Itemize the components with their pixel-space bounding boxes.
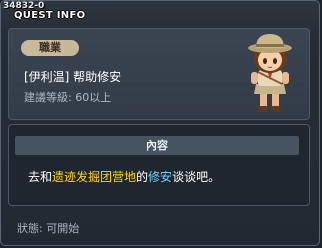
window-title: QUEST INFO: [14, 10, 86, 21]
level-requirement: 建議等級: 60以上: [24, 91, 112, 104]
quest-name: [伊利温] 帮助修安: [24, 70, 122, 84]
location-link: 遗迹发掘团营地: [52, 170, 137, 184]
quest-status: 狀態: 可開始: [17, 222, 80, 235]
description-suffix: 谈谈吧。: [172, 170, 221, 184]
npc-avatar-icon: [248, 34, 292, 112]
job-badge: 職業: [21, 40, 79, 56]
npc-link: 修安: [148, 170, 173, 184]
quest-description: 去和遗迹发掘团营地的修安谈谈吧。: [28, 168, 220, 185]
description-prefix: 去和: [28, 170, 53, 184]
content-header: 內容: [15, 136, 299, 155]
description-middle: 的: [136, 170, 149, 184]
